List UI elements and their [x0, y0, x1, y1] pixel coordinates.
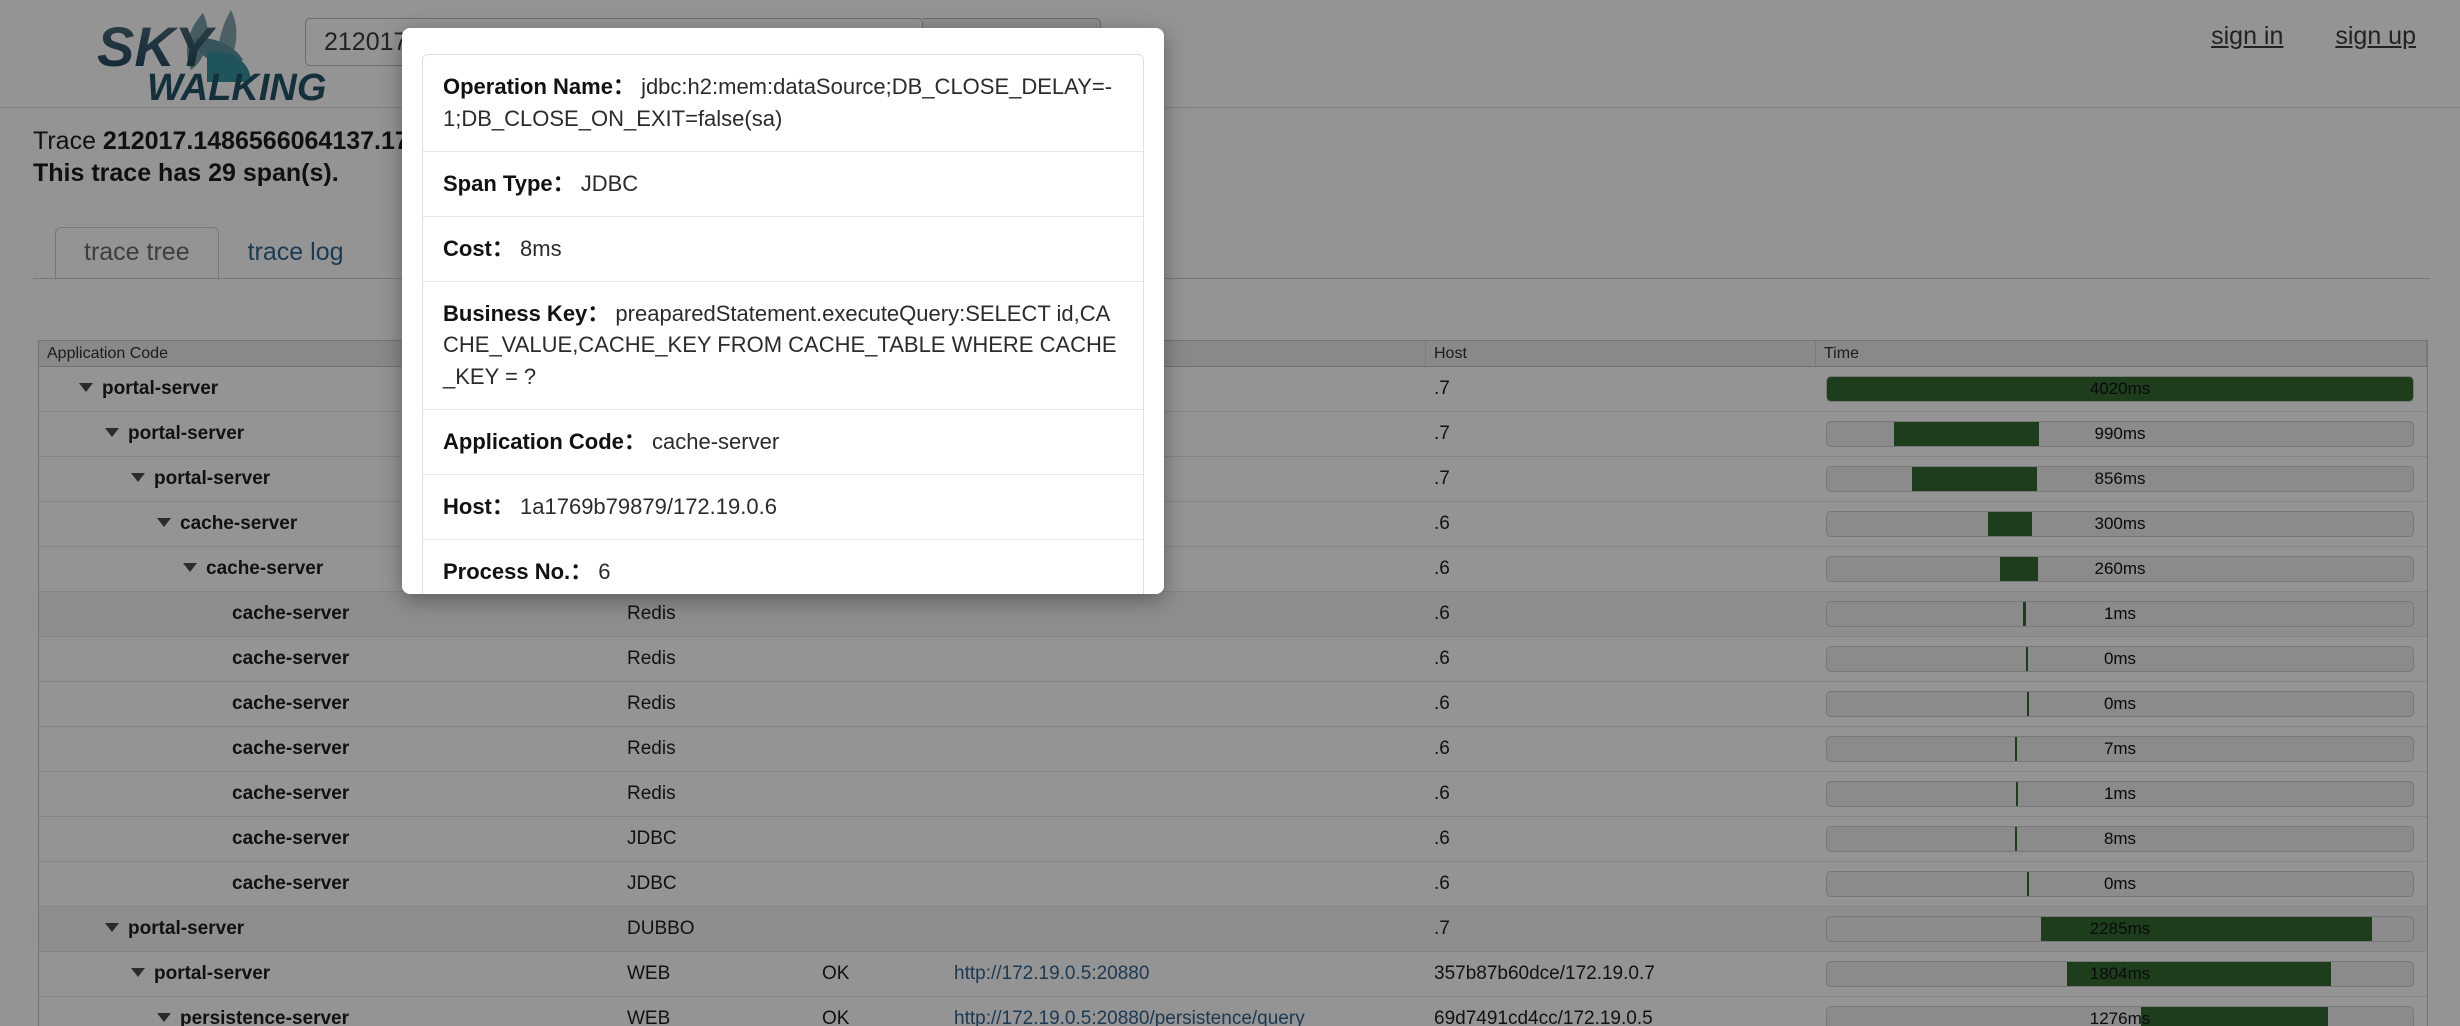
- span-detail-key: Operation Name：: [443, 74, 635, 99]
- span-detail-key: Host：: [443, 494, 514, 520]
- span-detail-value: cache-server: [652, 429, 780, 455]
- modal-backdrop[interactable]: [0, 0, 2460, 1026]
- span-detail-row: Operation Name： jdbc:h2:mem:dataSource;D…: [423, 55, 1143, 152]
- span-detail-row: Cost： 8ms: [423, 217, 1143, 282]
- span-detail-modal: Operation Name： jdbc:h2:mem:dataSource;D…: [402, 28, 1164, 594]
- span-detail-value: 1a1769b79879/172.19.0.6: [520, 494, 777, 520]
- app-root: SKY WALKING 212017.1486566064137.1774730…: [0, 0, 2460, 1026]
- span-detail-list: Operation Name： jdbc:h2:mem:dataSource;D…: [422, 54, 1144, 594]
- span-detail-key: Span Type：: [443, 170, 575, 196]
- span-detail-row: Application Code： cache-server: [423, 410, 1143, 476]
- span-detail-key: Business Key：: [443, 300, 610, 326]
- span-detail-row: Span Type： JDBC: [423, 152, 1143, 217]
- span-detail-value: 6: [598, 559, 611, 585]
- span-detail-row: Host： 1a1769b79879/172.19.0.6: [423, 475, 1143, 541]
- span-detail-value: JDBC: [580, 170, 639, 196]
- span-detail-value: 8ms: [520, 235, 562, 261]
- span-detail-key: Process No.：: [443, 559, 593, 585]
- span-detail-key: Cost：: [443, 235, 514, 261]
- span-detail-key: Application Code：: [443, 429, 646, 455]
- span-detail-row: Process No.： 6: [423, 540, 1143, 594]
- span-detail-row: Business Key： preaparedStatement.execute…: [423, 282, 1143, 411]
